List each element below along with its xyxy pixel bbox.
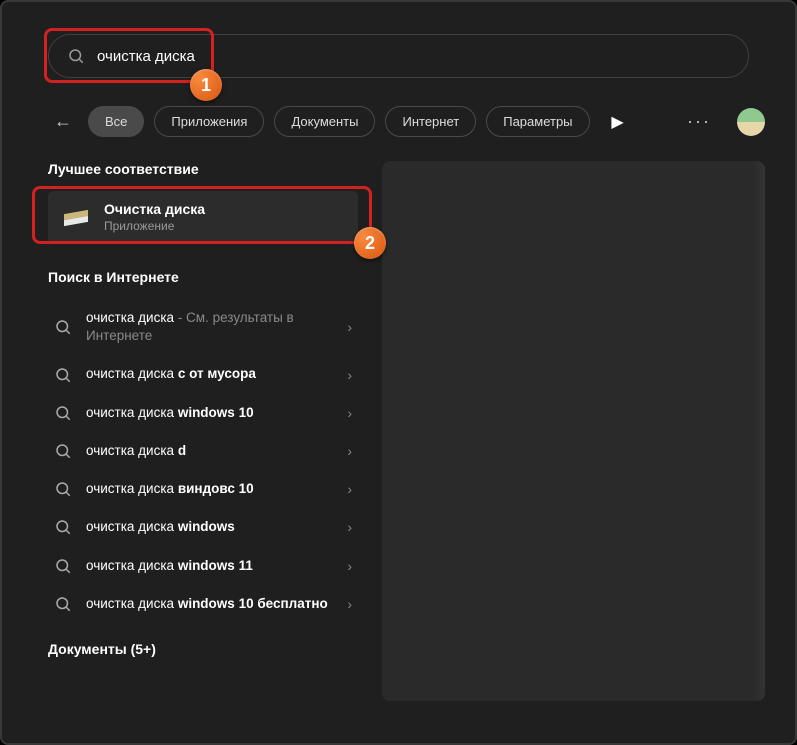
web-result[interactable]: очистка диска с от мусора › bbox=[48, 355, 358, 393]
web-result-text: очистка диска windows 10 bbox=[86, 404, 333, 422]
tab-all[interactable]: Все bbox=[88, 106, 144, 137]
tab-more-play[interactable]: ▶ bbox=[604, 108, 632, 136]
best-match-header: Лучшее соответствие bbox=[48, 161, 382, 177]
best-match-text: Очистка диска Приложение bbox=[104, 201, 205, 233]
web-result[interactable]: очистка диска windows 10 бесплатно › bbox=[48, 585, 358, 623]
search-icon bbox=[54, 366, 72, 384]
chevron-right-icon: › bbox=[347, 319, 352, 335]
web-result[interactable]: очистка диска windows › bbox=[48, 508, 358, 546]
web-result-text: очистка диска d bbox=[86, 442, 333, 460]
web-result-text: очистка диска windows bbox=[86, 518, 333, 536]
results-pane: Лучшее соответствие Очистка диска Прилож… bbox=[2, 161, 382, 701]
best-match-subtitle: Приложение bbox=[104, 219, 205, 233]
search-input[interactable] bbox=[97, 48, 730, 65]
tab-settings[interactable]: Параметры bbox=[486, 106, 589, 137]
web-result[interactable]: очистка диска windows 11 › bbox=[48, 547, 358, 585]
annotation-marker-2: 2 bbox=[354, 227, 386, 259]
chevron-right-icon: › bbox=[347, 443, 352, 459]
search-icon bbox=[54, 480, 72, 498]
web-result-text: очистка диска windows 11 bbox=[86, 557, 333, 575]
web-result[interactable]: очистка диска windows 10 › bbox=[48, 394, 358, 432]
disk-cleanup-icon bbox=[62, 206, 90, 228]
search-icon bbox=[54, 404, 72, 422]
avatar[interactable] bbox=[737, 108, 765, 136]
web-section: Поиск в Интернете очистка диска - См. ре… bbox=[48, 269, 382, 623]
documents-header[interactable]: Документы (5+) bbox=[48, 641, 382, 657]
back-button[interactable]: ← bbox=[48, 107, 78, 137]
tab-docs[interactable]: Документы bbox=[274, 106, 375, 137]
chevron-right-icon: › bbox=[347, 596, 352, 612]
chevron-right-icon: › bbox=[347, 558, 352, 574]
search-icon bbox=[54, 442, 72, 460]
search-icon bbox=[54, 557, 72, 575]
web-result-text: очистка диска windows 10 бесплатно bbox=[86, 595, 333, 613]
search-icon bbox=[54, 318, 72, 336]
web-result-text: очистка диска - См. результаты в Интерне… bbox=[86, 309, 333, 345]
web-result[interactable]: очистка диска виндовс 10 › bbox=[48, 470, 358, 508]
search-window: 1 2 ← Все Приложения Документы Интернет … bbox=[0, 0, 797, 745]
web-result[interactable]: очистка диска - См. результаты в Интерне… bbox=[48, 299, 358, 355]
search-icon bbox=[67, 47, 85, 65]
annotation-marker-1: 1 bbox=[190, 69, 222, 101]
content: Лучшее соответствие Очистка диска Прилож… bbox=[2, 161, 795, 701]
more-button[interactable]: ··· bbox=[687, 111, 711, 132]
best-match-title: Очистка диска bbox=[104, 201, 205, 217]
web-result[interactable]: очистка диска d › bbox=[48, 432, 358, 470]
tab-internet[interactable]: Интернет bbox=[385, 106, 476, 137]
chevron-right-icon: › bbox=[347, 405, 352, 421]
search-bar[interactable] bbox=[48, 34, 749, 78]
chevron-right-icon: › bbox=[347, 519, 352, 535]
preview-pane bbox=[382, 161, 765, 701]
tabs-row: ← Все Приложения Документы Интернет Пара… bbox=[48, 106, 765, 137]
search-icon bbox=[54, 595, 72, 613]
best-match-item[interactable]: Очистка диска Приложение bbox=[48, 191, 358, 243]
chevron-right-icon: › bbox=[347, 367, 352, 383]
web-result-text: очистка диска виндовс 10 bbox=[86, 480, 333, 498]
web-result-text: очистка диска с от мусора bbox=[86, 365, 333, 383]
search-icon bbox=[54, 518, 72, 536]
tab-apps[interactable]: Приложения bbox=[154, 106, 264, 137]
web-search-header: Поиск в Интернете bbox=[48, 269, 382, 285]
chevron-right-icon: › bbox=[347, 481, 352, 497]
